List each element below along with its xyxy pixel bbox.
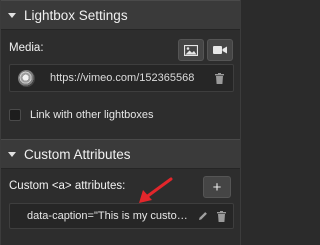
collapse-caret-icon [8, 12, 16, 18]
lightbox-settings-header[interactable]: Lightbox Settings [1, 0, 240, 30]
image-icon [184, 44, 198, 56]
trash-icon[interactable] [215, 73, 224, 84]
trash-icon[interactable] [217, 211, 226, 222]
link-lightboxes-checkbox[interactable] [9, 109, 21, 121]
collapse-caret-icon [8, 151, 16, 157]
attribute-item[interactable]: data-caption="This is my custom caption" [9, 203, 234, 229]
video-thumbnail [18, 70, 35, 87]
media-item[interactable]: https://vimeo.com/152365568 [9, 64, 234, 92]
media-url: https://vimeo.com/152365568 [50, 72, 195, 84]
section-title: Lightbox Settings [24, 7, 128, 23]
custom-attributes-label: Custom <a> attributes: [9, 180, 126, 192]
add-video-button[interactable] [207, 39, 233, 61]
annotation-arrow-icon [139, 177, 173, 203]
add-image-button[interactable] [178, 39, 204, 61]
media-label: Media: [9, 42, 44, 54]
settings-panel: Lightbox Settings Media: https://vimeo.c… [0, 0, 241, 245]
link-lightboxes-label: Link with other lightboxes [30, 109, 154, 121]
section-title: Custom Attributes [24, 146, 131, 162]
attribute-text: data-caption="This is my custom caption" [27, 210, 195, 222]
add-attribute-button[interactable]: + [203, 176, 231, 198]
custom-attributes-header[interactable]: Custom Attributes [1, 139, 240, 169]
pencil-icon[interactable] [198, 211, 208, 221]
video-camera-icon [213, 46, 227, 54]
plus-icon: + [212, 178, 222, 196]
